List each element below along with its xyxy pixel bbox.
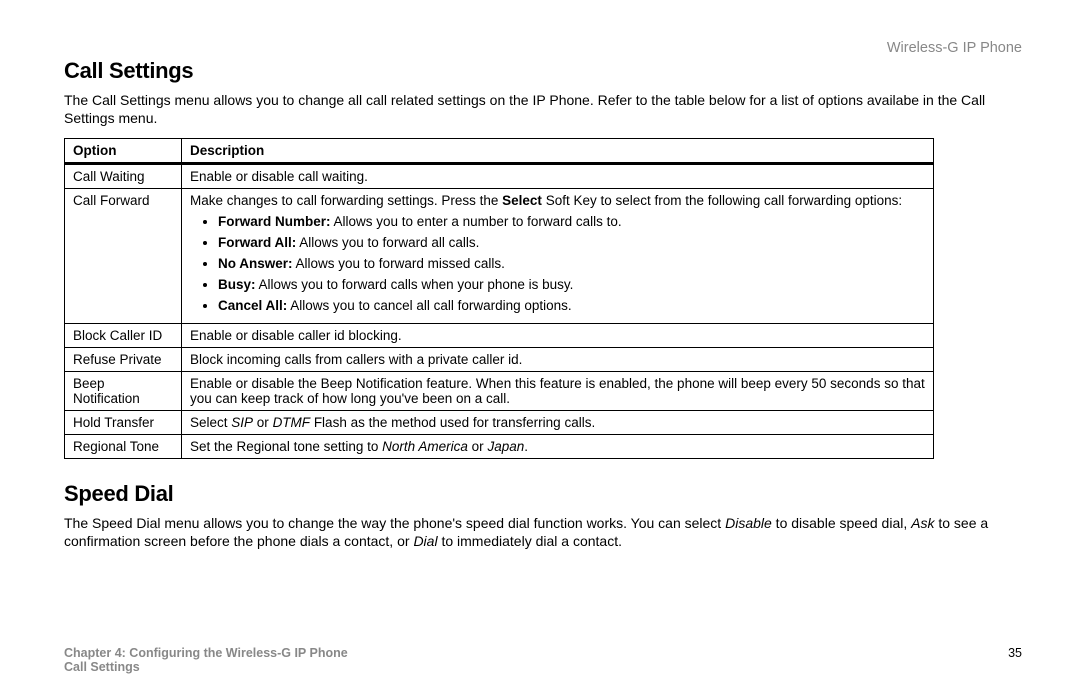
bold-text: Select — [502, 193, 542, 208]
text: Allows you to enter a number to forward … — [331, 214, 622, 229]
list-item: No Answer: Allows you to forward missed … — [218, 256, 925, 271]
speed-dial-intro: The Speed Dial menu allows you to change… — [64, 515, 1022, 551]
cell-description: Enable or disable the Beep Notification … — [182, 371, 934, 410]
text: to disable speed dial, — [772, 515, 911, 531]
list-item: Forward All: Allows you to forward all c… — [218, 235, 925, 250]
cell-option: Call Waiting — [65, 163, 182, 188]
product-name: Wireless-G IP Phone — [64, 40, 1022, 56]
bold-text: Busy: — [218, 277, 256, 292]
cell-description: Enable or disable call waiting. — [182, 163, 934, 188]
list-item: Cancel All: Allows you to cancel all cal… — [218, 298, 925, 313]
text: Allows you to forward all calls. — [296, 235, 479, 250]
th-option: Option — [65, 138, 182, 163]
text: or — [253, 415, 273, 430]
table-row: Call Waiting Enable or disable call wait… — [65, 163, 934, 188]
cell-option: Refuse Private — [65, 347, 182, 371]
text: Make changes to call forwarding settings… — [190, 193, 502, 208]
text: Select — [190, 415, 231, 430]
footer-chapter: Chapter 4: Configuring the Wireless-G IP… — [64, 646, 1022, 660]
text: The Speed Dial menu allows you to change… — [64, 515, 725, 531]
text: Set the Regional tone setting to — [190, 439, 382, 454]
call-settings-intro: The Call Settings menu allows you to cha… — [64, 92, 1022, 128]
cell-option: Regional Tone — [65, 434, 182, 458]
bold-text: Cancel All: — [218, 298, 287, 313]
text: Allows you to forward missed calls. — [293, 256, 505, 271]
cell-description: Enable or disable caller id blocking. — [182, 323, 934, 347]
document-page: Wireless-G IP Phone Call Settings The Ca… — [0, 0, 1080, 698]
bold-text: Forward All: — [218, 235, 296, 250]
cell-description: Set the Regional tone setting to North A… — [182, 434, 934, 458]
cell-option: Beep Notification — [65, 371, 182, 410]
italic-text: Disable — [725, 515, 772, 531]
page-footer: 35 Chapter 4: Configuring the Wireless-G… — [64, 646, 1022, 674]
table-row: Block Caller ID Enable or disable caller… — [65, 323, 934, 347]
bold-text: Forward Number: — [218, 214, 331, 229]
cell-option: Block Caller ID — [65, 323, 182, 347]
text: Flash as the method used for transferrin… — [310, 415, 595, 430]
list-item: Busy: Allows you to forward calls when y… — [218, 277, 925, 292]
cell-description: Block incoming calls from callers with a… — [182, 347, 934, 371]
footer-section: Call Settings — [64, 660, 1022, 674]
cell-description: Make changes to call forwarding settings… — [182, 188, 934, 323]
text: Allows you to cancel all call forwarding… — [287, 298, 571, 313]
italic-text: North America — [382, 439, 468, 454]
italic-text: Ask — [911, 515, 934, 531]
page-number: 35 — [1008, 646, 1022, 660]
italic-text: Japan — [487, 439, 524, 454]
forward-options-list: Forward Number: Allows you to enter a nu… — [190, 214, 925, 313]
section-heading-speed-dial: Speed Dial — [64, 481, 1022, 507]
text: or — [468, 439, 488, 454]
table-row: Beep Notification Enable or disable the … — [65, 371, 934, 410]
table-row: Refuse Private Block incoming calls from… — [65, 347, 934, 371]
text: to immediately dial a contact. — [438, 533, 622, 549]
list-item: Forward Number: Allows you to enter a nu… — [218, 214, 925, 229]
cell-option: Hold Transfer — [65, 410, 182, 434]
italic-text: Dial — [413, 533, 437, 549]
table-row: Regional Tone Set the Regional tone sett… — [65, 434, 934, 458]
italic-text: DTMF — [273, 415, 311, 430]
bold-text: No Answer: — [218, 256, 293, 271]
table-row: Hold Transfer Select SIP or DTMF Flash a… — [65, 410, 934, 434]
italic-text: SIP — [231, 415, 253, 430]
text: Soft Key to select from the following ca… — [542, 193, 902, 208]
cell-option: Call Forward — [65, 188, 182, 323]
call-settings-table: Option Description Call Waiting Enable o… — [64, 138, 934, 459]
table-header-row: Option Description — [65, 138, 934, 163]
table-row: Call Forward Make changes to call forwar… — [65, 188, 934, 323]
text: Allows you to forward calls when your ph… — [256, 277, 574, 292]
th-description: Description — [182, 138, 934, 163]
text: . — [524, 439, 528, 454]
section-heading-call-settings: Call Settings — [64, 58, 1022, 84]
cell-description: Select SIP or DTMF Flash as the method u… — [182, 410, 934, 434]
